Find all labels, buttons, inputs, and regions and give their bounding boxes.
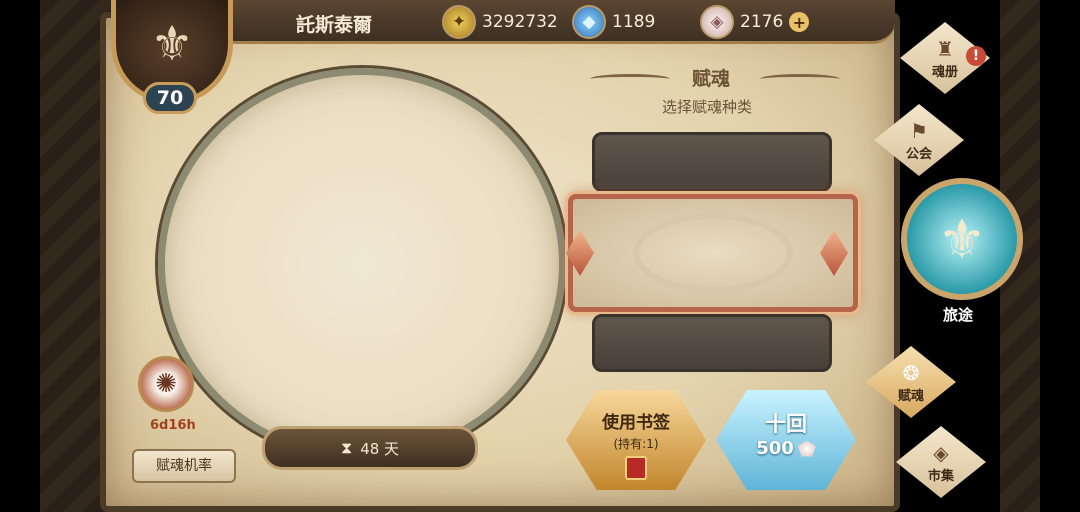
probability-button[interactable]: 赋魂机率 (132, 449, 236, 483)
rune-slot-top[interactable] (592, 132, 832, 192)
journey-emblem-icon: ⚜ (901, 178, 1023, 300)
alert-badge: ! (966, 46, 986, 66)
header-ornament-right (760, 74, 840, 84)
gold-counter: ✦ 3292732 (442, 5, 558, 39)
nav-journey[interactable]: ⚜ 旅途 (893, 168, 1035, 332)
panel-subtitle: 选择赋魂种类 (662, 98, 753, 116)
market-crystal-icon: ◈ (933, 440, 949, 465)
bookmark-held: (持有:1) (613, 437, 659, 451)
crystal-counter: ◆ 1189 (572, 5, 655, 39)
soul-portrait-frame (158, 68, 566, 460)
player-name: 託斯泰爾 (296, 14, 373, 36)
panel-title: 赋魂 (692, 68, 731, 90)
header-ornament-left (590, 74, 670, 84)
nav-soul-label: 赋魂 (897, 388, 924, 404)
crystal-amount: 1189 (612, 12, 656, 32)
guild-banner-icon: ⚑ (910, 118, 928, 143)
player-level: 70 (143, 82, 197, 114)
duration-plate: ⧗ 48 天 (262, 426, 478, 470)
blue-crystal-icon: ◆ (572, 5, 606, 39)
rune-slot-bottom[interactable] (592, 314, 832, 372)
soul-flame-icon: ❂ (902, 360, 920, 385)
rune-pattern (633, 213, 793, 293)
gold-coin-icon: ✦ (442, 5, 476, 39)
spirit-timer: 6d16h (150, 418, 196, 433)
nav-soulbook-label: 魂册 (931, 64, 958, 80)
bookmark-icon (625, 456, 647, 480)
ten-pull-cost: 500 (756, 438, 816, 459)
gem-amount: 2176 (740, 12, 784, 32)
add-gem-button[interactable]: + (789, 12, 810, 32)
ten-pull-label: 十回 (765, 412, 807, 436)
gold-amount: 3292732 (482, 12, 558, 32)
nav-market-label: 市集 (927, 468, 954, 484)
duration-text: 48 天 (360, 439, 400, 458)
bookmark-label: 使用书签 (602, 413, 670, 433)
nav-journey-label: 旅途 (943, 306, 974, 324)
soulbook-icon: ♜ (936, 36, 954, 61)
game-screen: 託斯泰爾 ✦ 3292732 ◆ 1189 ◈ 2176 + ⚜ 70 ⧗ 48… (0, 0, 1080, 512)
rune-slot-selected[interactable] (568, 194, 858, 312)
nav-guild-label: 公会 (905, 146, 932, 162)
nav-market[interactable]: ◈ 市集 (896, 426, 986, 498)
spirit-button[interactable]: ✺ (138, 356, 194, 412)
spirit-swirl-icon: ✺ (155, 369, 177, 399)
pink-gem-icon: ◈ (700, 5, 734, 39)
ten-pull-price: 500 (756, 438, 794, 459)
pink-gem-icon (797, 440, 816, 457)
gem-counter: ◈ 2176 + (700, 5, 810, 39)
hourglass-icon: ⧗ (340, 438, 353, 457)
crest-icon: ⚜ (150, 16, 194, 72)
